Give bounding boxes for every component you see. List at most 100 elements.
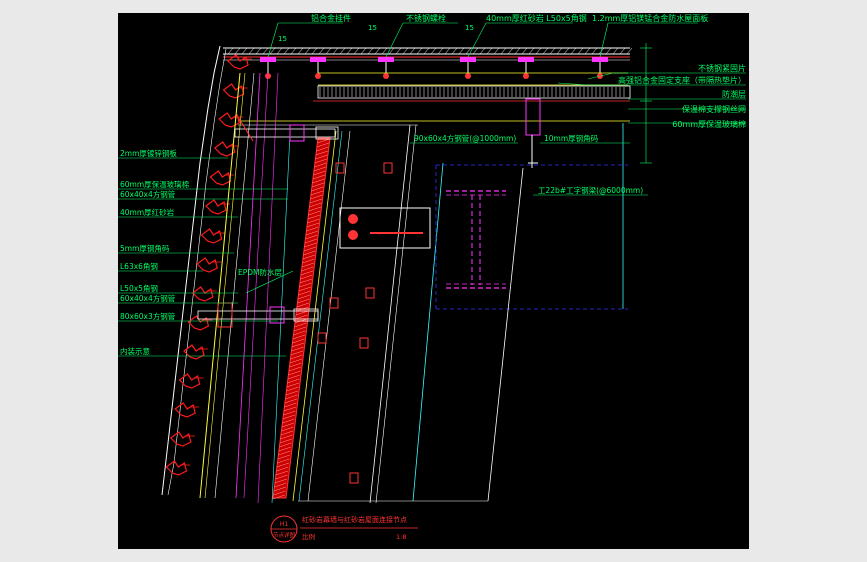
hatch-line bbox=[570, 47, 577, 55]
facade-bracket bbox=[165, 460, 188, 476]
hatch-line bbox=[262, 47, 269, 55]
label-square-tube-top: 90x60x4方钢管(@1000mm) bbox=[414, 133, 516, 143]
hatch-line bbox=[283, 47, 290, 55]
hatch-line bbox=[409, 47, 416, 55]
inner-clip bbox=[349, 472, 359, 484]
hatch-line bbox=[521, 47, 528, 55]
hatch-line bbox=[241, 47, 248, 55]
hatch-line bbox=[584, 47, 591, 55]
hatch-line bbox=[325, 47, 332, 55]
label-stainless-cap: 不锈钢紧固片 bbox=[698, 63, 746, 73]
facade-bracket bbox=[213, 141, 236, 157]
label-mesh: 保温棉支撑钢丝网 bbox=[682, 104, 746, 114]
hatch-line bbox=[311, 47, 318, 55]
roof-insulation bbox=[317, 72, 631, 99]
inner-clip bbox=[383, 162, 393, 174]
label-sandstone-angle: 40mm厚红砂岩 L50x5角钢 bbox=[486, 13, 587, 23]
hatch-line bbox=[605, 47, 612, 55]
inner-clip bbox=[317, 332, 327, 344]
hatch-line bbox=[472, 47, 479, 55]
drawing-title: 红砂岩幕墙与红砂岩屋面连接节点 bbox=[302, 515, 407, 524]
roof-bolt bbox=[383, 73, 389, 79]
facade-bracket bbox=[200, 228, 223, 244]
label-bracket: 高强铝合金固定支座（带隔热垫片） bbox=[618, 75, 746, 85]
label-l63: L63x6角钢 bbox=[120, 261, 158, 271]
roof-bolt bbox=[465, 73, 471, 79]
hatch-line bbox=[346, 47, 353, 55]
hatch-line bbox=[591, 47, 598, 55]
hatch-line bbox=[332, 47, 339, 55]
hatch-line bbox=[304, 47, 311, 55]
inner-clips bbox=[317, 162, 393, 484]
label-tube-80x60: 80x60x3方钢管 bbox=[120, 311, 176, 321]
right-dimension bbox=[640, 43, 652, 164]
hatch-line bbox=[535, 47, 542, 55]
label-i-beam: 工22b#工字钢梁(@6000mm) bbox=[538, 185, 643, 195]
hatch-line bbox=[619, 47, 626, 55]
roof-insulation-hatch bbox=[319, 87, 625, 97]
square-tube-box bbox=[339, 207, 431, 249]
hatch-line bbox=[626, 47, 633, 55]
hatch-line bbox=[458, 47, 465, 55]
hatch-line bbox=[248, 47, 255, 55]
label-interior: 内装示意 bbox=[120, 346, 150, 356]
facade-bracket bbox=[196, 257, 218, 273]
hatch-line bbox=[430, 47, 437, 55]
dimension-15-b: 15 bbox=[368, 24, 377, 32]
hatch-line bbox=[500, 47, 507, 55]
hatch-line bbox=[381, 47, 388, 55]
facade-bracket bbox=[169, 431, 192, 447]
hatch-line bbox=[437, 47, 444, 55]
label-waterproof: EPDM防水层 bbox=[238, 267, 283, 277]
label-membrane: 防潮层 bbox=[722, 89, 746, 99]
roof-sandstone-hatch bbox=[227, 47, 633, 55]
hatch-line bbox=[276, 47, 283, 55]
hatch-line bbox=[493, 47, 500, 55]
inner-clip bbox=[365, 287, 375, 299]
facade-bracket bbox=[191, 286, 214, 302]
label-aluminum-fitting: 铝合金挂件 bbox=[311, 13, 351, 23]
label-insulation: 60mm厚保温玻璃棉 bbox=[120, 179, 189, 189]
hatch-line bbox=[479, 47, 486, 55]
label-tube-60x40: 60x40x4方钢管 bbox=[120, 189, 176, 199]
hatch-line bbox=[395, 47, 402, 55]
hatch-line bbox=[353, 47, 360, 55]
hatch-line bbox=[507, 47, 514, 55]
hatch-line bbox=[269, 47, 276, 55]
facade-outline bbox=[161, 45, 227, 496]
label-angle-code: 5mm厚钢角码 bbox=[120, 243, 170, 253]
roof-bolt bbox=[523, 73, 529, 79]
hatch-line bbox=[423, 47, 430, 55]
roof-fitting bbox=[460, 57, 476, 62]
inner-clip bbox=[329, 297, 339, 309]
roof-fitting bbox=[260, 57, 276, 62]
label-l50: L50x5角钢 bbox=[120, 283, 158, 293]
facade-bracket bbox=[205, 199, 227, 215]
label-insulation-top: 60mm厚保温玻璃棉 bbox=[672, 119, 746, 129]
label-roof-panel: 1.2mm厚铝镁锰合金防水屋面板 bbox=[592, 13, 708, 23]
facade-bracket bbox=[209, 170, 232, 186]
label-galv-plate: 2mm厚镀锌钢板 bbox=[120, 148, 177, 158]
title-block: H1 节点详图 红砂岩幕墙与红砂岩屋面连接节点 比例 1:8 bbox=[270, 515, 418, 543]
inner-clip bbox=[359, 337, 369, 349]
hatch-line bbox=[367, 47, 374, 55]
hatch-line bbox=[416, 47, 423, 55]
hatch-line bbox=[227, 47, 234, 55]
inner-panels bbox=[298, 123, 628, 504]
label-angle-plate: 10mm厚钢角码 bbox=[544, 133, 599, 143]
label-sandstone: 40mm厚红砂岩 bbox=[120, 207, 175, 217]
i-beam bbox=[446, 190, 506, 289]
label-stainless-bolt: 不锈钢螺栓 bbox=[406, 13, 446, 23]
dimension-15-c: 15 bbox=[465, 24, 474, 32]
hatch-line bbox=[444, 47, 451, 55]
title-symbol-top: H1 bbox=[280, 521, 289, 528]
hatch-line bbox=[486, 47, 493, 55]
hatch-line bbox=[339, 47, 346, 55]
hatch-line bbox=[612, 47, 619, 55]
hatch-line bbox=[549, 47, 556, 55]
facade-bracket bbox=[222, 83, 245, 99]
angle-plate bbox=[525, 98, 541, 168]
cad-section-drawing: 铝合金挂件 不锈钢螺栓 40mm厚红砂岩 L50x5角钢 1.2mm厚铝镁锰合金… bbox=[118, 13, 746, 543]
hatch-line bbox=[360, 47, 367, 55]
hatch-line bbox=[563, 47, 570, 55]
